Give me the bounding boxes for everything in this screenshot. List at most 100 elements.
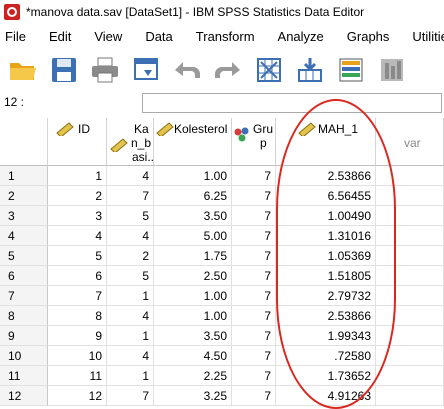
cell-var-empty[interactable] bbox=[376, 206, 444, 226]
cell-grup[interactable]: 7 bbox=[232, 266, 276, 286]
cell-grup[interactable]: 7 bbox=[232, 186, 276, 206]
cell-var-empty[interactable] bbox=[376, 306, 444, 326]
cell-id[interactable]: 5 bbox=[48, 246, 107, 266]
cell-id[interactable]: 8 bbox=[48, 306, 107, 326]
cell-id[interactable]: 2 bbox=[48, 186, 107, 206]
cell-grup[interactable]: 7 bbox=[232, 246, 276, 266]
menu-utilities[interactable]: Utilities bbox=[412, 29, 444, 44]
row-number[interactable]: 6 bbox=[0, 266, 48, 286]
goto-variable-icon[interactable] bbox=[293, 53, 327, 87]
open-folder-icon[interactable] bbox=[6, 53, 40, 87]
cell-grup[interactable]: 7 bbox=[232, 286, 276, 306]
cell-id[interactable]: 11 bbox=[48, 366, 107, 386]
cell-grup[interactable]: 7 bbox=[232, 306, 276, 326]
cell-kan[interactable]: 4 bbox=[107, 166, 154, 186]
split-file-icon[interactable] bbox=[375, 53, 409, 87]
row-number[interactable]: 12 bbox=[0, 386, 48, 406]
cell-id[interactable]: 1 bbox=[48, 166, 107, 186]
cell-mah1[interactable]: .72580 bbox=[276, 346, 376, 366]
row-number[interactable]: 7 bbox=[0, 286, 48, 306]
row-number[interactable]: 3 bbox=[0, 206, 48, 226]
menu-data[interactable]: Data bbox=[145, 29, 172, 44]
cell-mah1[interactable]: 1.31016 bbox=[276, 226, 376, 246]
cell-grup[interactable]: 7 bbox=[232, 366, 276, 386]
cell-mah1[interactable]: 1.05369 bbox=[276, 246, 376, 266]
cell-kolesterol[interactable]: 3.50 bbox=[154, 206, 232, 226]
menu-transform[interactable]: Transform bbox=[196, 29, 255, 44]
cell-mah1[interactable]: 2.53866 bbox=[276, 306, 376, 326]
row-number[interactable]: 2 bbox=[0, 186, 48, 206]
cell-var-empty[interactable] bbox=[376, 286, 444, 306]
cell-kan[interactable]: 4 bbox=[107, 306, 154, 326]
dialog-recall-icon[interactable] bbox=[129, 53, 163, 87]
cell-kan[interactable]: 2 bbox=[107, 246, 154, 266]
cell-kan[interactable]: 5 bbox=[107, 266, 154, 286]
column-header-id[interactable]: ID bbox=[48, 118, 107, 166]
goto-case-icon[interactable] bbox=[252, 53, 286, 87]
cell-kan[interactable]: 4 bbox=[107, 346, 154, 366]
cell-kolesterol[interactable]: 1.00 bbox=[154, 306, 232, 326]
cell-id[interactable]: 9 bbox=[48, 326, 107, 346]
cell-grup[interactable]: 7 bbox=[232, 206, 276, 226]
cell-mah1[interactable]: 2.53866 bbox=[276, 166, 376, 186]
cell-kolesterol[interactable]: 5.00 bbox=[154, 226, 232, 246]
cell-mah1[interactable]: 4.91263 bbox=[276, 386, 376, 406]
cell-var-empty[interactable] bbox=[376, 326, 444, 346]
cell-var-empty[interactable] bbox=[376, 346, 444, 366]
row-number[interactable]: 9 bbox=[0, 326, 48, 346]
cell-kolesterol[interactable]: 6.25 bbox=[154, 186, 232, 206]
cell-grup[interactable]: 7 bbox=[232, 326, 276, 346]
cell-id[interactable]: 10 bbox=[48, 346, 107, 366]
cell-mah1[interactable]: 1.73652 bbox=[276, 366, 376, 386]
cell-kan[interactable]: 1 bbox=[107, 326, 154, 346]
cell-mah1[interactable]: 6.56455 bbox=[276, 186, 376, 206]
cell-var-empty[interactable] bbox=[376, 226, 444, 246]
cell-id[interactable]: 3 bbox=[48, 206, 107, 226]
cell-kolesterol[interactable]: 4.50 bbox=[154, 346, 232, 366]
column-header-kolesterol[interactable]: Kolesterol bbox=[154, 118, 232, 166]
cell-var-empty[interactable] bbox=[376, 246, 444, 266]
cell-mah1[interactable]: 1.99343 bbox=[276, 326, 376, 346]
cell-kan[interactable]: 5 bbox=[107, 206, 154, 226]
cell-grup[interactable]: 7 bbox=[232, 346, 276, 366]
cell-id[interactable]: 4 bbox=[48, 226, 107, 246]
cell-mah1[interactable]: 1.51805 bbox=[276, 266, 376, 286]
column-header-kan[interactable]: Ka n_b asi... bbox=[107, 118, 157, 166]
cell-var-empty[interactable] bbox=[376, 166, 444, 186]
cell-grup[interactable]: 7 bbox=[232, 226, 276, 246]
cell-kolesterol[interactable]: 3.50 bbox=[154, 326, 232, 346]
cell-var-empty[interactable] bbox=[376, 366, 444, 386]
menu-edit[interactable]: Edit bbox=[49, 29, 71, 44]
print-icon[interactable] bbox=[88, 53, 122, 87]
cell-mah1[interactable]: 2.79732 bbox=[276, 286, 376, 306]
column-header-mah1[interactable]: MAH_1 bbox=[276, 118, 376, 166]
cell-var-empty[interactable] bbox=[376, 386, 444, 406]
redo-icon[interactable] bbox=[211, 53, 245, 87]
cell-id[interactable]: 6 bbox=[48, 266, 107, 286]
save-icon[interactable] bbox=[47, 53, 81, 87]
cell-grup[interactable]: 7 bbox=[232, 386, 276, 406]
cell-kan[interactable]: 4 bbox=[107, 226, 154, 246]
undo-icon[interactable] bbox=[170, 53, 204, 87]
column-header-grup[interactable]: Gru p bbox=[232, 118, 276, 166]
cell-mah1[interactable]: 1.00490 bbox=[276, 206, 376, 226]
cell-id[interactable]: 12 bbox=[48, 386, 107, 406]
menu-file[interactable]: File bbox=[5, 29, 26, 44]
cell-kolesterol[interactable]: 2.50 bbox=[154, 266, 232, 286]
cell-kolesterol[interactable]: 2.25 bbox=[154, 366, 232, 386]
menu-analyze[interactable]: Analyze bbox=[278, 29, 324, 44]
cell-kan[interactable]: 7 bbox=[107, 386, 154, 406]
menu-view[interactable]: View bbox=[94, 29, 122, 44]
row-number[interactable]: 10 bbox=[0, 346, 48, 366]
row-number[interactable]: 1 bbox=[0, 166, 48, 186]
menu-graphs[interactable]: Graphs bbox=[347, 29, 390, 44]
column-header-var[interactable]: var bbox=[376, 118, 444, 166]
cell-id[interactable]: 7 bbox=[48, 286, 107, 306]
cell-var-empty[interactable] bbox=[376, 266, 444, 286]
cell-kan[interactable]: 1 bbox=[107, 366, 154, 386]
variables-icon[interactable] bbox=[334, 53, 368, 87]
row-number[interactable]: 11 bbox=[0, 366, 48, 386]
cell-kan[interactable]: 1 bbox=[107, 286, 154, 306]
cell-var-empty[interactable] bbox=[376, 186, 444, 206]
cell-kolesterol[interactable]: 1.00 bbox=[154, 166, 232, 186]
